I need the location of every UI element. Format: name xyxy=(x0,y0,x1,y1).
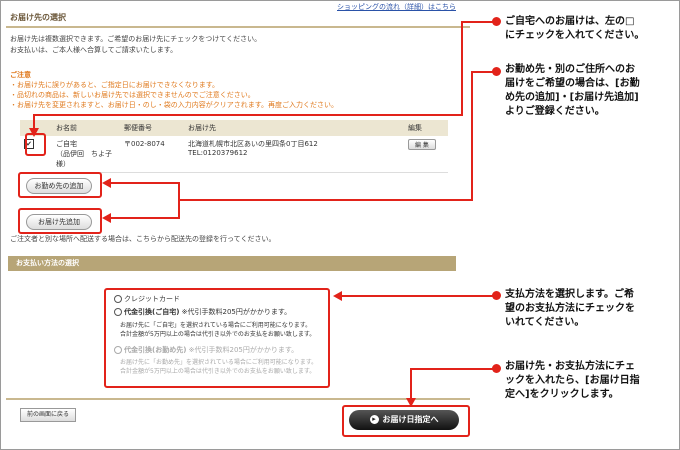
header-divider xyxy=(6,26,470,28)
back-button[interactable]: 前の画面に戻る xyxy=(20,408,76,422)
address-table-header: お名前 郵便番号 お届け先 編集 xyxy=(20,120,448,136)
edit-button[interactable]: 編 集 xyxy=(408,139,436,150)
annotation-next: お届け先・お支払方法にチェ ックを入れたら、[お届け日指 定へ]をクリックします… xyxy=(505,361,640,400)
description-line-1: お届け先は複数選択できます。ご希望のお届け先にチェックをつけてください。 xyxy=(10,35,262,43)
address-table: お名前 郵便番号 お届け先 編集 ✔ ご自宅 （品伊回 ちよ子様） 〒002-8… xyxy=(20,120,448,173)
payment-section-title: お支払い方法の選択 xyxy=(8,256,456,271)
footer-divider xyxy=(6,398,470,400)
col-zip: 郵便番号 xyxy=(120,120,184,136)
other-address-note: ご注文者と別な場所へ配送する場合は、こちらから配送先の登録を行ってください。 xyxy=(10,235,276,243)
highlight-next xyxy=(342,405,470,437)
annotation-home: ご自宅へのお届けは、左の□ にチェックを入れてください。 xyxy=(505,16,645,41)
row-name: ご自宅 （品伊回 ちよ子様） xyxy=(52,136,120,173)
shopping-flow-link[interactable]: ショッピングの流れ（詳細）はこちら xyxy=(337,2,456,12)
row-tel: TEL:0120379612 xyxy=(188,149,248,157)
annotation-add-address: お勤め先・別のご住所へのお 届けをご希望の場合は、[お勤 め先の追加]・[お届け… xyxy=(505,64,640,117)
highlight-payment xyxy=(104,288,330,388)
highlight-add-address xyxy=(18,208,102,234)
annotation-payment: 支払方法を選択します。ご希 望のお支払方法にチェックを いれてください。 xyxy=(505,289,635,328)
description-line-2: お支払いは、ご本人様へ合算してご請求いたします。 xyxy=(10,46,178,54)
highlight-add-work xyxy=(18,172,102,198)
col-address: お届け先 xyxy=(184,120,404,136)
page-title: お届け先の選択 xyxy=(10,13,66,22)
table-row: ✔ ご自宅 （品伊回 ちよ子様） 〒002-8074 北海道札幌市北区あいの里四… xyxy=(20,136,448,173)
notice-title: ご注意 xyxy=(10,71,31,79)
notice-item-2: ・品切れの商品は、新しいお届け先では選択できませんのでご注意ください。 xyxy=(10,91,255,99)
col-edit: 編集 xyxy=(404,120,448,136)
notice-item-1: ・お届け先に誤りがあると、ご指定日にお届けできなくなります。 xyxy=(10,81,220,89)
col-name: お名前 xyxy=(52,120,120,136)
row-address: 北海道札幌市北区あいの里四条0丁目612 xyxy=(188,140,318,148)
row-zip: 〒002-8074 xyxy=(120,136,184,173)
notice-item-3: ・お届け先を変更されますと、お届け日・のし・袋の入力内容がクリアされます。再度ご… xyxy=(10,101,339,109)
